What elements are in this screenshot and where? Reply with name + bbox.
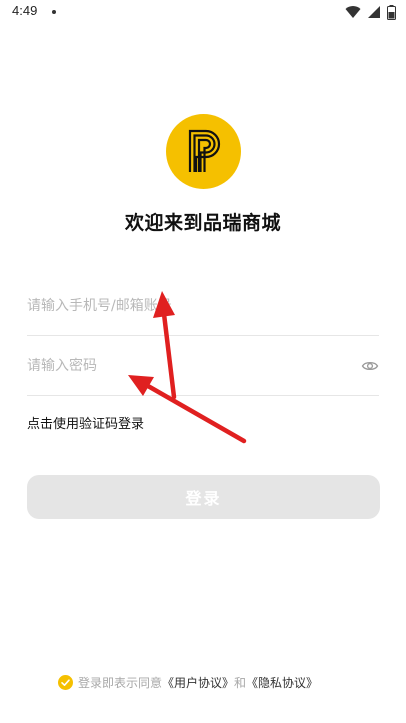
agree-checkbox[interactable]	[58, 674, 73, 690]
password-field-row	[27, 337, 379, 396]
p-logo-icon	[188, 129, 221, 172]
account-input[interactable]	[27, 277, 347, 335]
agreement-prefix: 登录即表示同意	[78, 675, 163, 690]
password-input[interactable]	[27, 337, 347, 395]
eye-icon[interactable]	[361, 357, 379, 375]
login-button[interactable]: 登录	[27, 475, 380, 519]
battery-icon	[387, 4, 396, 20]
wifi-icon	[345, 5, 361, 19]
privacy-policy-link[interactable]: 《隐私协议》	[246, 674, 318, 691]
sms-login-link[interactable]: 点击使用验证码登录	[27, 413, 144, 432]
agreement-row: 登录即表示同意 《用户协议》 和 《隐私协议》	[58, 672, 318, 692]
check-icon	[61, 678, 70, 686]
status-bar: 4:49	[0, 0, 406, 24]
notification-dot-icon	[52, 10, 56, 14]
welcome-title: 欢迎来到品瑞商城	[124, 212, 281, 234]
status-icons	[345, 4, 396, 20]
status-time: 4:49	[12, 3, 38, 18]
account-field-row	[27, 277, 379, 336]
user-agreement-link[interactable]: 《用户协议》	[162, 674, 234, 691]
brand-logo	[166, 114, 241, 189]
agreement-and: 和	[234, 675, 247, 690]
signal-icon	[367, 5, 381, 19]
